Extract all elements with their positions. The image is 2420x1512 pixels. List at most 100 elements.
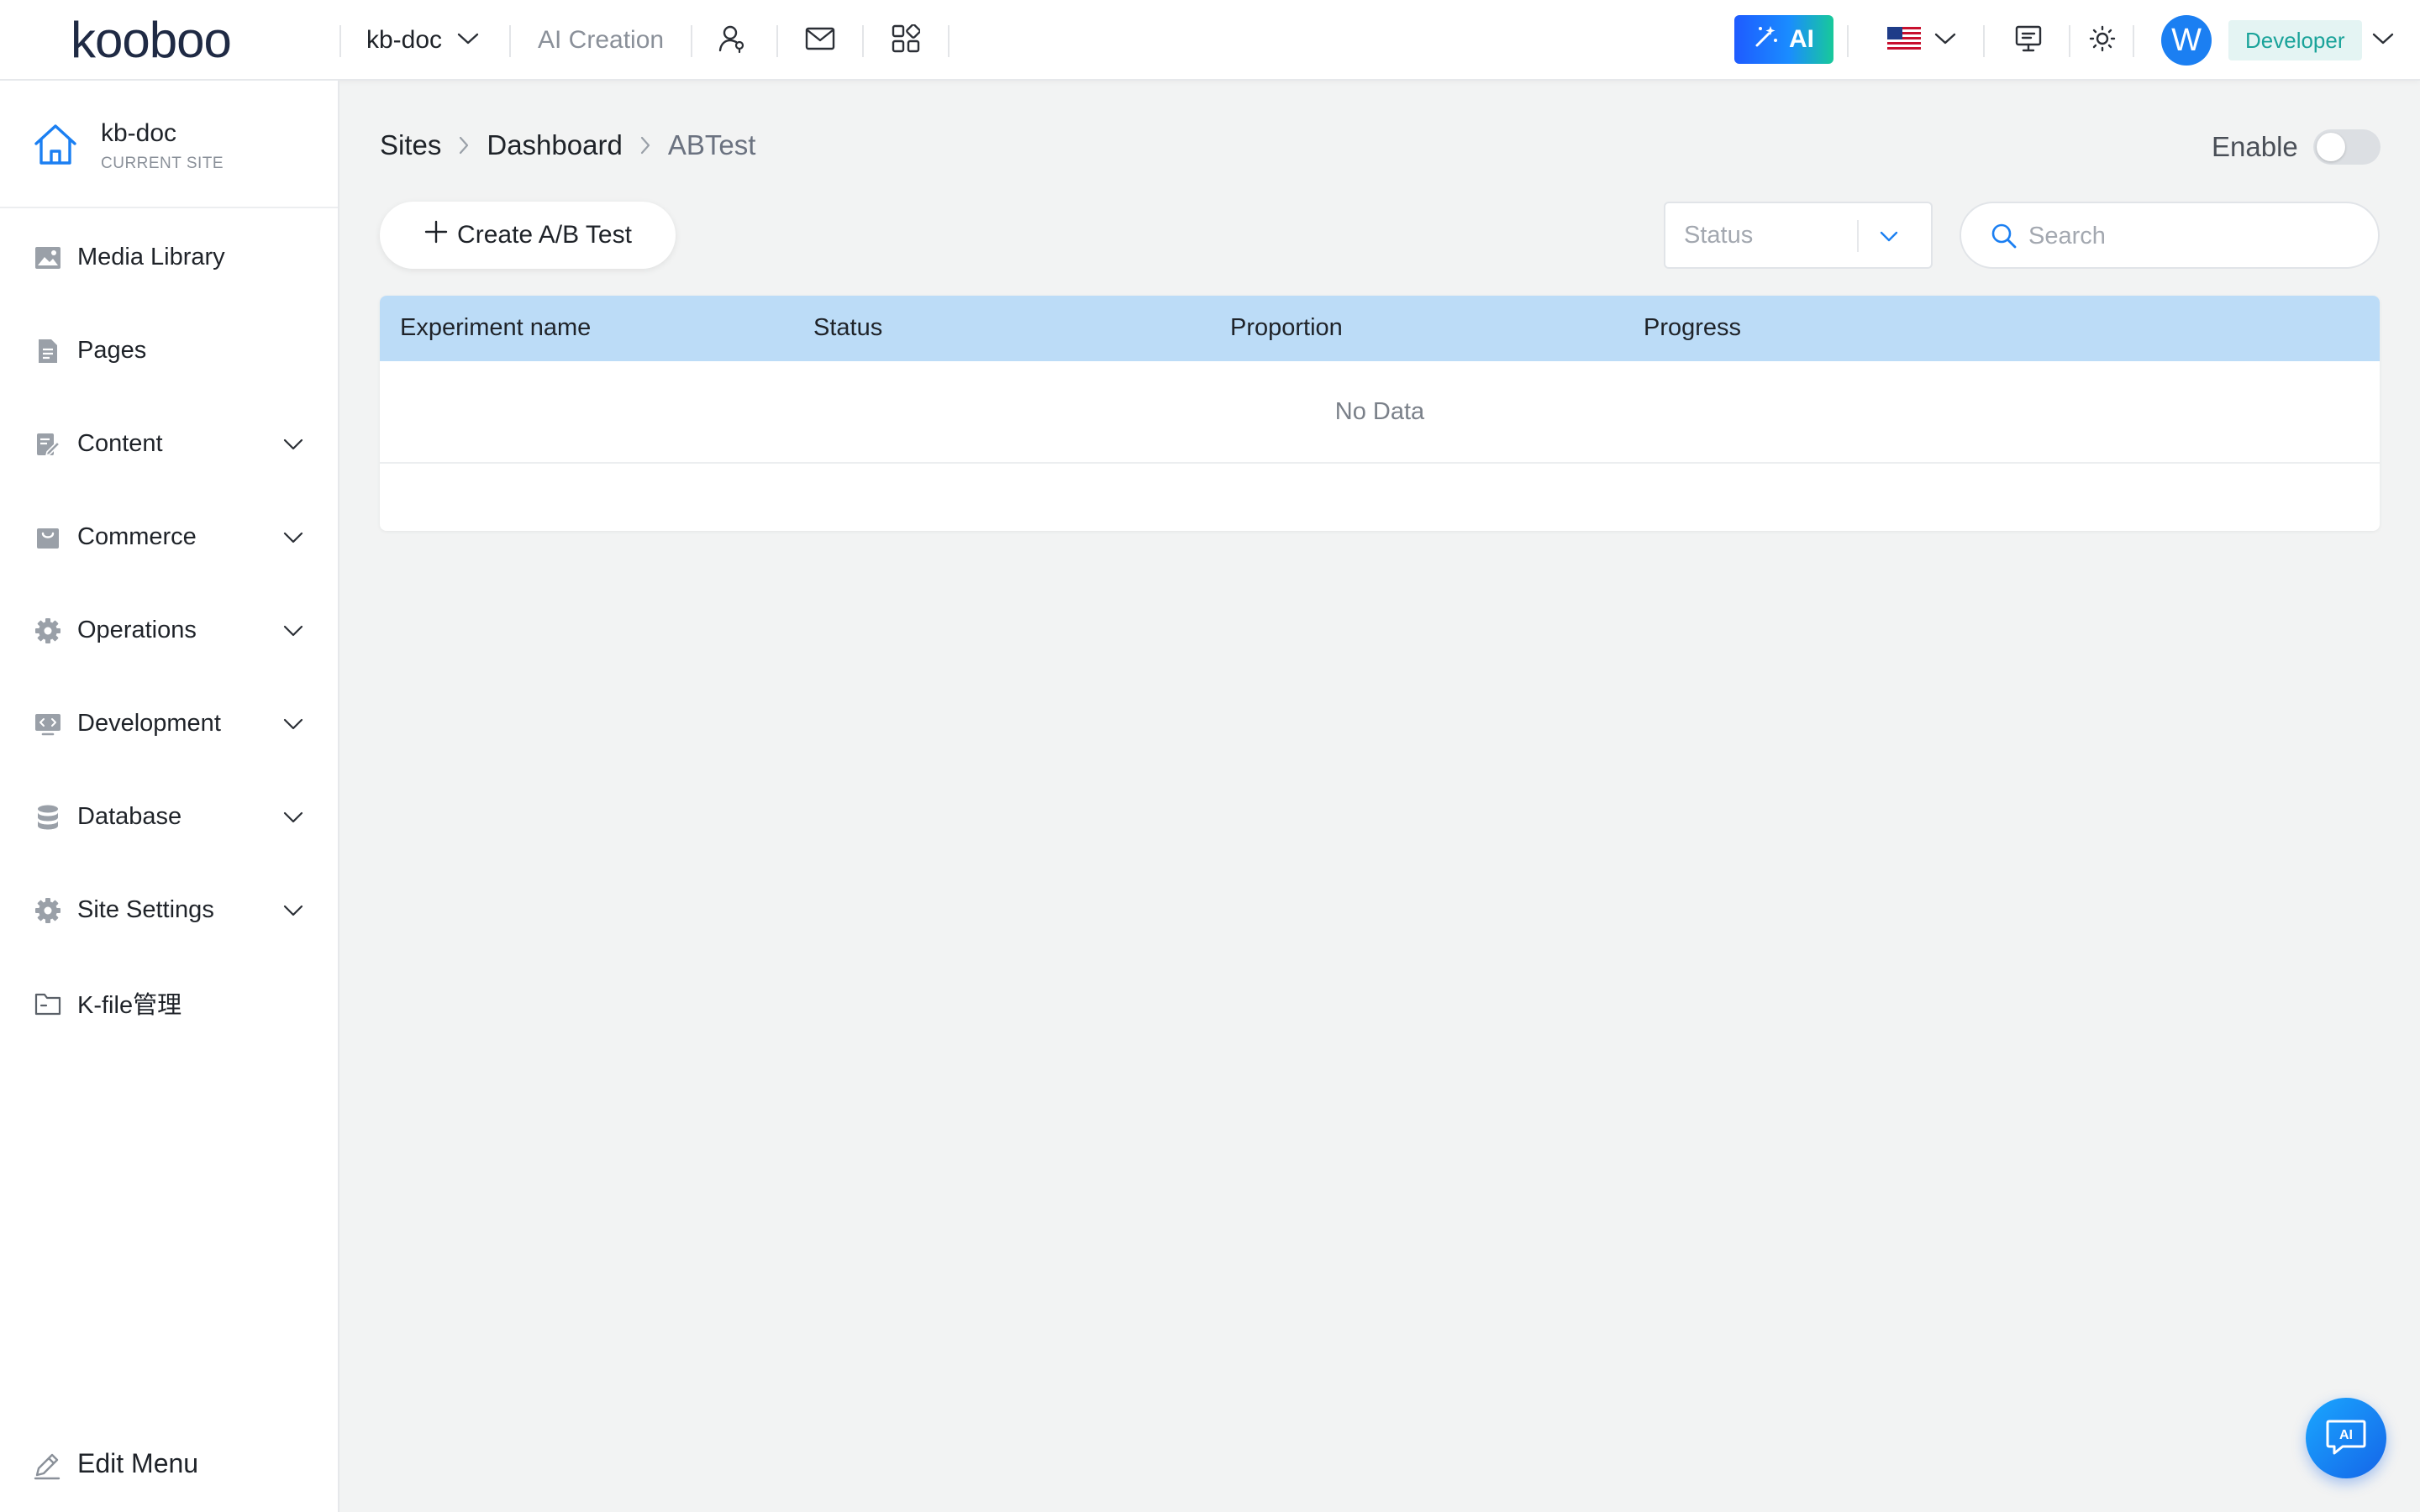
header-divider — [2069, 25, 2070, 57]
preview-button[interactable] — [2008, 20, 2049, 60]
sidebar-item-commerce[interactable]: Commerce — [0, 503, 338, 570]
user-avatar[interactable]: W — [2161, 15, 2212, 66]
sidebar-item-label: Database — [77, 802, 182, 830]
folder-icon — [34, 990, 62, 1018]
chevron-down-icon — [2372, 32, 2394, 50]
database-icon — [34, 803, 62, 832]
sidebar-item-label: Media Library — [77, 243, 225, 270]
sidebar-item-label: Development — [77, 709, 221, 737]
site-switcher-label: kb-doc — [366, 26, 443, 54]
kooboo-logo[interactable]: kooboo — [71, 12, 232, 68]
document-icon — [34, 337, 62, 365]
role-dropdown-toggle[interactable] — [2366, 20, 2400, 60]
messages-button[interactable] — [800, 20, 840, 60]
apps-button[interactable] — [886, 20, 926, 60]
sidebar: kb-doc CURRENT SITE Media Library Pages … — [0, 81, 339, 1512]
sidebar-item-label: Site Settings — [77, 895, 214, 923]
chevron-down-icon — [281, 618, 306, 643]
user-management-button[interactable] — [713, 20, 753, 60]
ab-test-table: Experiment name Status Proportion Progre… — [380, 296, 2380, 531]
select-divider — [1857, 220, 1859, 252]
bag-icon — [34, 523, 62, 552]
plus-icon — [424, 219, 449, 251]
sidebar-item-k-file[interactable]: K-file管理 — [0, 969, 338, 1037]
header-divider — [339, 25, 341, 57]
table-header: Experiment name Status Proportion Progre… — [380, 296, 2380, 361]
header-divider — [862, 25, 864, 57]
user-key-icon — [718, 24, 748, 58]
gear-icon — [34, 896, 62, 925]
svg-text:AI: AI — [2339, 1428, 2353, 1442]
sidebar-item-site-settings[interactable]: Site Settings — [0, 876, 338, 943]
gear-icon — [34, 617, 62, 645]
sidebar-item-media-library[interactable]: Media Library — [0, 223, 338, 291]
enable-toggle[interactable] — [2312, 129, 2381, 165]
edit-doc-icon — [34, 430, 62, 459]
theme-toggle-button[interactable] — [2082, 20, 2123, 60]
column-header-progress: Progress — [1644, 314, 1742, 341]
current-site-caption: CURRENT SITE — [101, 155, 224, 172]
enable-control: Enable — [2212, 126, 2381, 168]
sidebar-item-label: Content — [77, 429, 163, 457]
site-switcher[interactable]: kb-doc — [366, 20, 479, 60]
logo-text: kooboo — [71, 12, 232, 68]
create-ab-test-label: Create A/B Test — [457, 221, 632, 249]
apps-grid-icon — [892, 23, 921, 57]
breadcrumb-current: ABTest — [667, 129, 756, 160]
edit-menu-label: Edit Menu — [77, 1448, 199, 1478]
chevron-down-icon — [281, 898, 306, 923]
sidebar-item-label: Pages — [77, 336, 147, 364]
home-icon — [32, 121, 79, 172]
sidebar-item-label: Operations — [77, 616, 197, 643]
sidebar-item-label: Commerce — [77, 522, 197, 550]
header-divider — [509, 25, 511, 57]
language-switcher[interactable] — [1887, 20, 1956, 60]
chevron-down-icon — [1872, 220, 1906, 254]
ai-assistant-button[interactable]: AI — [1734, 15, 1833, 64]
sidebar-item-pages[interactable]: Pages — [0, 317, 338, 384]
header-divider — [691, 25, 692, 57]
status-filter-select[interactable]: Status — [1664, 202, 1933, 269]
sidebar-item-database[interactable]: Database — [0, 783, 338, 850]
sidebar-item-development[interactable]: Development — [0, 690, 338, 757]
chevron-down-icon — [281, 711, 306, 737]
sidebar-item-content[interactable]: Content — [0, 410, 338, 477]
us-flag-icon — [1887, 26, 1921, 55]
monitor-chat-icon — [2014, 24, 2043, 57]
column-header-experiment-name: Experiment name — [400, 314, 592, 341]
chevron-down-icon — [281, 525, 306, 550]
header-divider — [776, 25, 778, 57]
create-ab-test-button[interactable]: Create A/B Test — [380, 202, 676, 269]
chevron-down-icon — [1934, 32, 1956, 50]
search-icon — [1990, 222, 2018, 255]
search-input[interactable] — [2028, 215, 2356, 257]
search-box — [1960, 202, 2380, 269]
edit-menu-button[interactable]: Edit Menu — [0, 1435, 338, 1494]
chevron-down-icon — [281, 432, 306, 457]
status-filter-placeholder: Status — [1684, 222, 1754, 249]
pencil-icon — [32, 1450, 62, 1484]
ai-chat-fab[interactable]: AI — [2306, 1398, 2386, 1478]
ai-creation-link[interactable]: AI Creation — [538, 20, 664, 60]
breadcrumb-dashboard[interactable]: Dashboard — [487, 129, 622, 161]
toggle-knob — [2316, 133, 2345, 161]
sun-icon — [2088, 24, 2117, 57]
image-icon — [34, 244, 62, 272]
top-header: kooboo kb-doc AI Creation AI W Developer — [0, 0, 2420, 81]
chevron-down-icon — [457, 32, 479, 50]
column-header-status: Status — [813, 314, 883, 341]
chevron-right-icon — [458, 135, 470, 155]
header-divider — [1983, 25, 1985, 57]
role-badge[interactable]: Developer — [2228, 20, 2362, 60]
table-empty-state: No Data — [380, 361, 2380, 464]
header-divider — [948, 25, 950, 57]
breadcrumb: Sites Dashboard ABTest — [380, 124, 755, 166]
breadcrumb-sites[interactable]: Sites — [380, 129, 441, 161]
ai-button-label: AI — [1789, 25, 1814, 53]
ai-chat-icon: AI — [2324, 1416, 2368, 1461]
sidebar-item-operations[interactable]: Operations — [0, 596, 338, 664]
code-icon — [34, 710, 62, 738]
header-divider — [1847, 25, 1849, 57]
chevron-down-icon — [281, 805, 306, 830]
current-site-card[interactable]: kb-doc CURRENT SITE — [0, 81, 338, 208]
